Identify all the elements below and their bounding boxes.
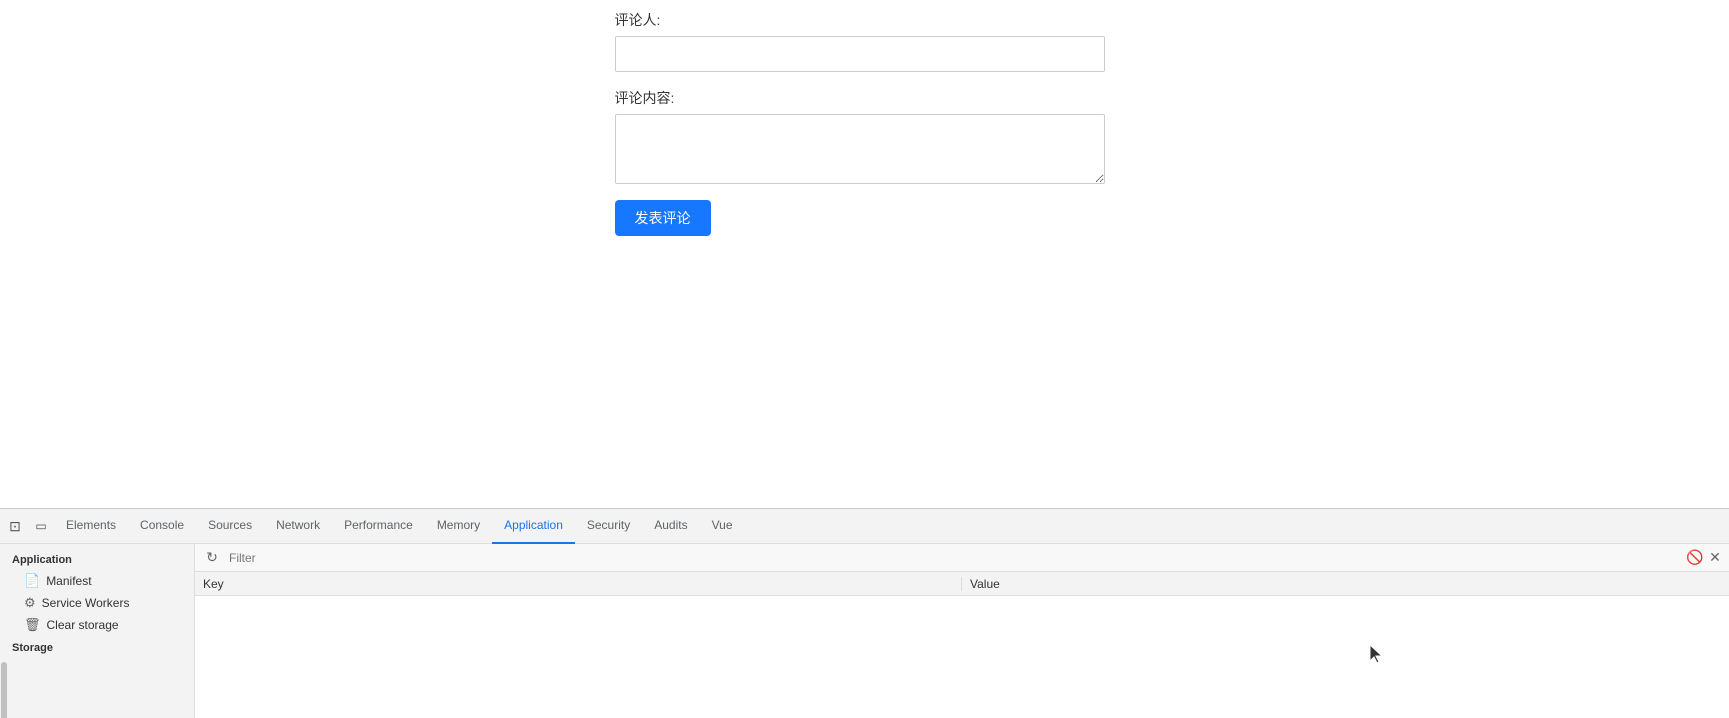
sidebar-item-clear-storage[interactable]: 🗑 Clear storage (0, 614, 194, 636)
data-table: Key Value (195, 572, 1729, 718)
sidebar-scrollbar-thumb[interactable] (1, 662, 7, 718)
table-header-row: Key Value (195, 572, 1729, 596)
devtools-tabs-bar: ⊡ ▭ Elements Console Sources Network Per… (0, 509, 1729, 544)
no-icon: 🚫 (1686, 549, 1703, 566)
sidebar-scrollbar-track[interactable] (0, 658, 8, 718)
refresh-button[interactable]: ↻ (199, 545, 225, 571)
sidebar-item-manifest-label: Manifest (46, 574, 91, 588)
service-workers-icon: ⚙ (24, 595, 36, 611)
tab-console[interactable]: Console (128, 509, 196, 544)
tab-network[interactable]: Network (264, 509, 332, 544)
filter-input[interactable] (229, 551, 1685, 565)
tab-application[interactable]: Application (492, 509, 575, 544)
commenter-input[interactable] (615, 36, 1105, 72)
tab-elements[interactable]: Elements (54, 509, 128, 544)
submit-comment-button[interactable]: 发表评论 (615, 200, 711, 236)
devtools-main-panel: ↻ 🚫 ✕ Key Value (195, 544, 1729, 718)
manifest-icon: 📄 (24, 573, 40, 589)
sidebar-section-application: Application (0, 548, 194, 570)
tab-audits[interactable]: Audits (642, 509, 699, 544)
sidebar-item-manifest[interactable]: 📄 Manifest (0, 570, 194, 592)
table-header-value: Value (962, 577, 1729, 591)
sidebar-item-service-workers[interactable]: ⚙ Service Workers (0, 592, 194, 614)
inspect-icon: ⊡ (9, 518, 21, 535)
devtools-body: Application 📄 Manifest ⚙ Service Workers… (0, 544, 1729, 718)
devtools-sidebar: Application 📄 Manifest ⚙ Service Workers… (0, 544, 195, 718)
inspect-icon-btn[interactable]: ⊡ (2, 513, 28, 539)
device-icon-btn[interactable]: ▭ (28, 513, 54, 539)
filter-no-button[interactable]: 🚫 (1685, 548, 1705, 568)
devtools-panel: ⊡ ▭ Elements Console Sources Network Per… (0, 508, 1729, 718)
comment-content-textarea[interactable] (615, 114, 1105, 184)
sidebar-section-storage: Storage (0, 636, 194, 658)
tab-performance[interactable]: Performance (332, 509, 425, 544)
device-icon: ▭ (35, 519, 46, 533)
sidebar-item-clear-storage-label: Clear storage (47, 618, 119, 632)
table-body (195, 596, 1729, 696)
commenter-label: 评论人: (615, 10, 661, 30)
tab-security[interactable]: Security (575, 509, 642, 544)
comment-form: 评论人: 评论内容: 发表评论 (615, 10, 1115, 236)
tab-sources[interactable]: Sources (196, 509, 264, 544)
table-header-key: Key (195, 577, 962, 591)
tab-memory[interactable]: Memory (425, 509, 492, 544)
clear-storage-icon: 🗑 (24, 617, 41, 633)
tab-vue[interactable]: Vue (700, 509, 745, 544)
comment-content-label: 评论内容: (615, 88, 675, 108)
refresh-icon: ↻ (206, 549, 218, 566)
sidebar-item-service-workers-label: Service Workers (42, 596, 130, 610)
filter-close-button[interactable]: ✕ (1705, 548, 1725, 568)
close-icon: ✕ (1709, 549, 1721, 566)
main-content: 评论人: 评论内容: 发表评论 (0, 0, 1729, 538)
filter-bar: ↻ 🚫 ✕ (195, 544, 1729, 572)
